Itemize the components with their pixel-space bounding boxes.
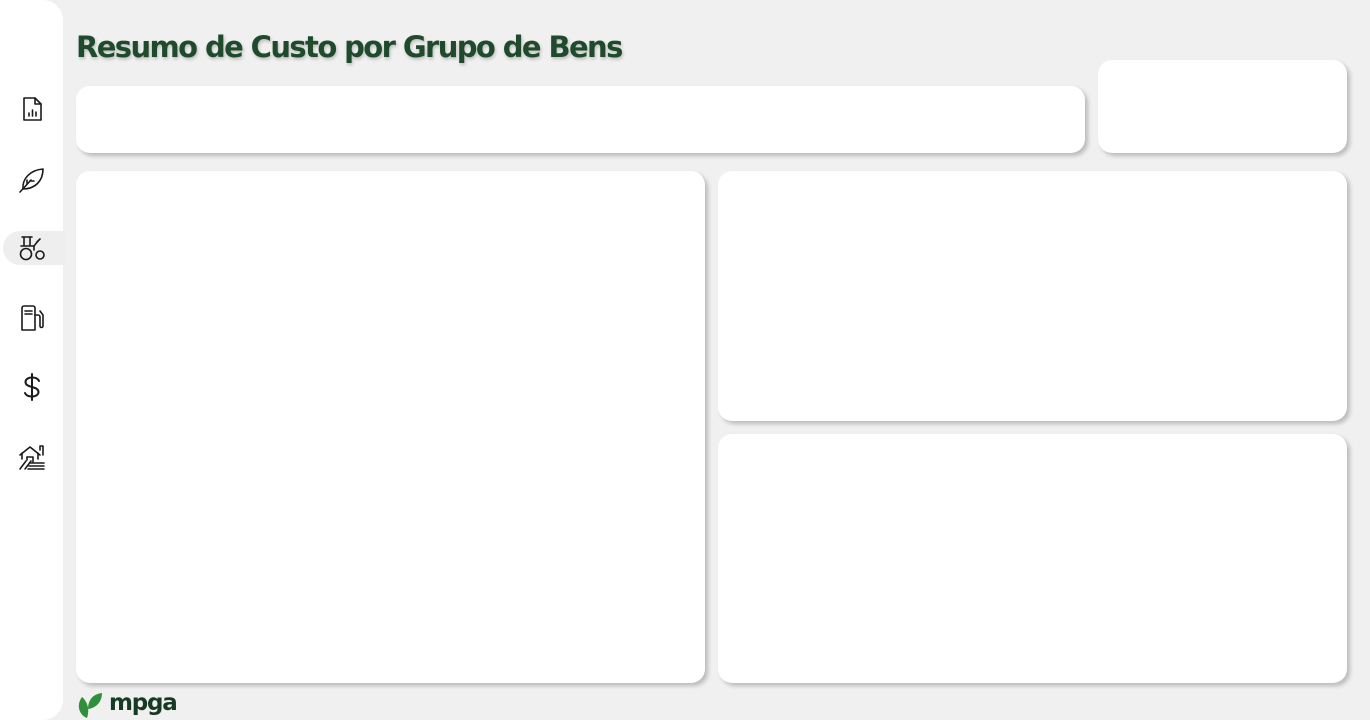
report-chart-icon [22, 97, 42, 121]
filter-panel [76, 86, 1085, 153]
top-right-chart-panel [718, 171, 1347, 421]
fuel-pump-icon [20, 305, 44, 331]
sidebar [0, 0, 65, 720]
nav-item-report[interactable] [0, 89, 63, 129]
main-chart-panel [76, 171, 705, 683]
brand-logo: mpga [76, 689, 178, 719]
tractor-icon [19, 236, 45, 261]
dollar-icon [23, 373, 40, 401]
logo-leaf-icon [78, 693, 102, 718]
nav-item-leaf[interactable] [0, 159, 63, 199]
leaf-icon [18, 168, 44, 193]
bottom-right-chart-panel [718, 434, 1347, 683]
logo-text: mpga [109, 689, 178, 716]
nav-item-farm[interactable] [0, 437, 63, 477]
summary-card [1098, 60, 1347, 153]
farm-icon [18, 445, 45, 470]
page-title: Resumo de Custo por Grupo de Bens [76, 30, 623, 64]
nav-item-tractor[interactable] [0, 228, 65, 268]
nav-item-fuel[interactable] [0, 298, 63, 338]
nav-item-finance[interactable] [0, 367, 63, 407]
